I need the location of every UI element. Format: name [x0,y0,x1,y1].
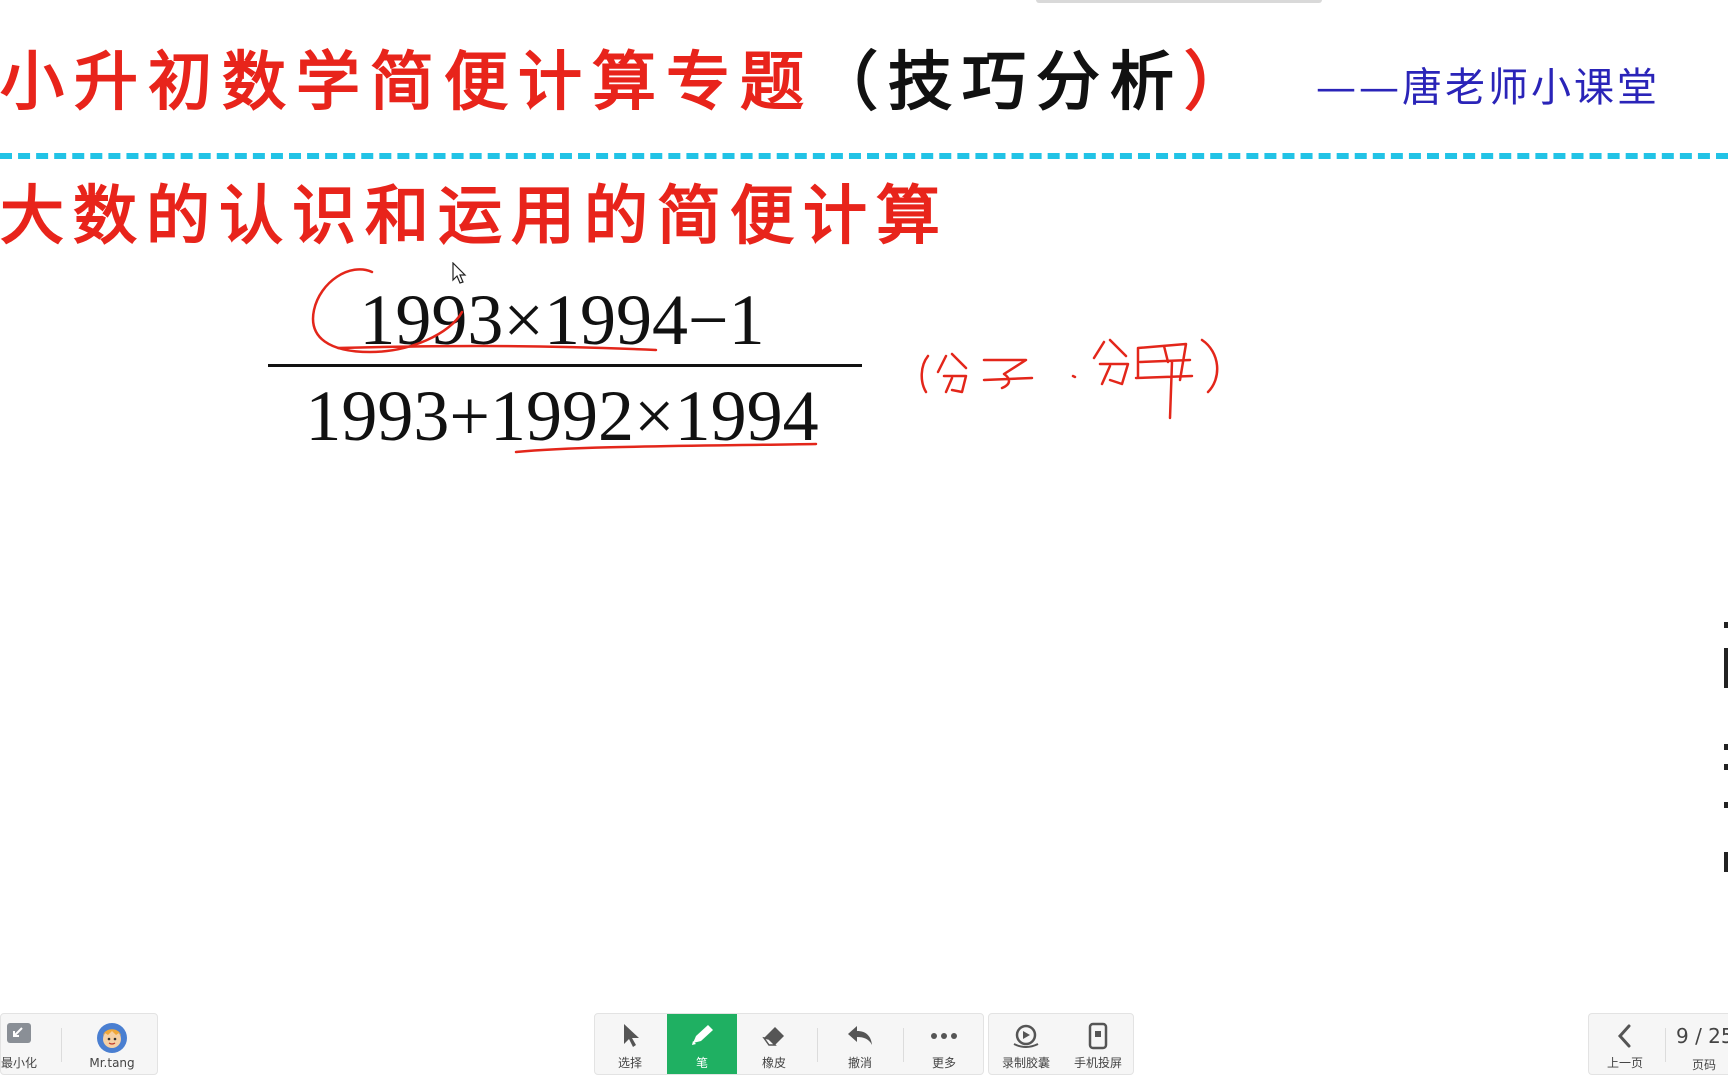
pen-label: 笔 [695,1056,708,1070]
cursor-arrow-icon [595,1022,665,1050]
avatar-icon [77,1022,147,1053]
undo-button[interactable]: 撤消 [825,1014,895,1074]
main-title: 小升初数学简便计算专题（技巧分析） [0,38,1258,128]
edge-mark [1724,802,1728,808]
edge-mark [1724,744,1728,750]
more-dots-icon [909,1022,979,1050]
edge-mark [1724,622,1728,628]
section-title: 大数的认识和运用的简便计算 [0,179,949,254]
eraser-icon [739,1022,809,1050]
minimize-button[interactable]: 最小化 [0,1014,51,1074]
slide-header: 小升初数学简便计算专题（技巧分析） ——唐老师小课堂 [0,38,1728,128]
select-label: 选择 [617,1056,642,1070]
ink-paren-left [920,354,930,394]
main-title-red: 小升初数学简便计算专题 [0,45,814,120]
eraser-tool-button[interactable]: 橡皮 [739,1014,809,1074]
more-button[interactable]: 更多 [909,1014,979,1074]
mouse-cursor-icon [452,262,467,284]
main-title-close: ） [1184,45,1258,120]
fraction-bar [268,364,862,367]
record-capsule-label: 录制胶囊 [1001,1056,1050,1070]
fraction-formula: 1993×1994−1 1993+1992×1994 [262,270,862,460]
ink-dot [1071,374,1077,379]
formula-numerator: 1993×1994−1 [359,280,765,360]
record-capsule-button[interactable]: 录制胶囊 [991,1014,1061,1074]
page-indicator[interactable]: 9 / 25 [1676,1024,1728,1048]
minimize-label: 最小化 [0,1056,37,1070]
ink-char-mu [1134,342,1194,420]
minimize-icon [0,1022,51,1050]
phone-cast-label: 手机投屏 [1073,1056,1122,1070]
ink-char-fen2 [1092,338,1130,386]
separator [1665,1028,1666,1062]
main-title-black: （技巧分析 [814,45,1184,120]
ink-paren-right [1200,338,1219,394]
drawing-toolbar: 选择 笔 橡皮 撤消 更多 [594,1013,984,1075]
record-capsule-icon [991,1022,1061,1050]
share-toolbar: 录制胶囊 手机投屏 [988,1013,1134,1075]
user-avatar-button[interactable]: Mr.tang [77,1014,147,1074]
ink-char-fen1 [936,352,968,394]
separator [817,1028,818,1062]
edge-mark [1724,648,1728,688]
page-label: 页码 [1692,1058,1717,1072]
separator [61,1028,62,1062]
prev-page-label: 上一页 [1606,1056,1643,1070]
bottom-left-panel: 最小化 Mr.tang [0,1013,158,1075]
phone-cast-icon [1063,1022,1133,1050]
pen-tool-button[interactable]: 笔 [667,1014,737,1074]
chevron-left-icon [1589,1022,1661,1050]
edge-mark [1724,764,1728,770]
select-tool-button[interactable]: 选择 [595,1014,665,1074]
undo-icon [825,1022,895,1050]
separator [903,1028,904,1062]
eraser-label: 橡皮 [761,1056,786,1070]
phone-cast-button[interactable]: 手机投屏 [1063,1014,1133,1074]
ink-annotations [311,268,1219,454]
author-credit: ——唐老师小课堂 [1316,65,1660,111]
more-label: 更多 [931,1056,956,1070]
pen-icon [667,1022,737,1050]
ink-char-zi [982,358,1034,390]
edge-mark [1724,852,1728,872]
dashed-divider [0,153,1728,159]
top-drag-tab[interactable] [1036,0,1322,3]
user-name: Mr.tang [89,1056,135,1070]
undo-label: 撤消 [847,1056,872,1070]
prev-page-button[interactable]: 上一页 [1589,1014,1661,1074]
formula-denominator: 1993+1992×1994 [305,376,819,456]
